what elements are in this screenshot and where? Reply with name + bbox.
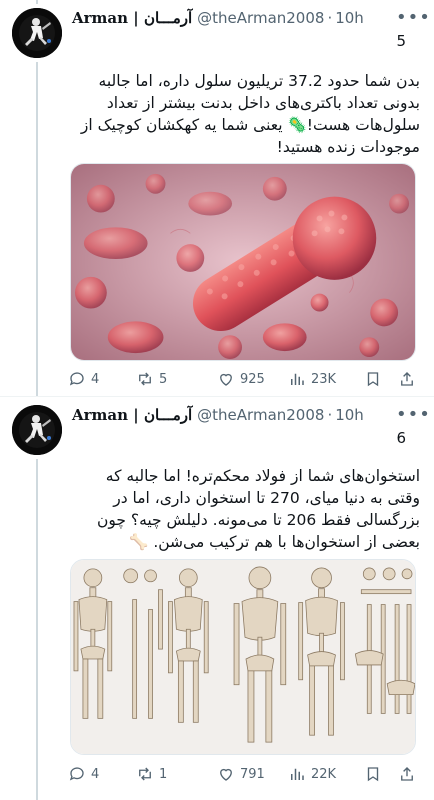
reply-icon	[69, 767, 84, 781]
tweet-actions: 4 5 925 23K	[68, 368, 422, 390]
reply-button[interactable]: 4	[68, 765, 99, 783]
bookmark-icon	[367, 767, 379, 782]
tweet[interactable]: Arman | آرمـــان @theArman2008 · 10h •••…	[0, 0, 434, 396]
reply-button[interactable]: 4	[68, 370, 99, 388]
display-name[interactable]: Arman | آرمـــان	[72, 406, 192, 424]
timestamp[interactable]: 10h	[335, 406, 364, 424]
thread-number: 6	[396, 429, 406, 447]
reply-count: 4	[91, 371, 100, 387]
like-count: 925	[240, 371, 265, 387]
thread-line-top	[36, 0, 38, 4]
separator-dot: ·	[327, 9, 333, 27]
handle[interactable]: @theArman2008	[197, 406, 324, 424]
bookmark-button[interactable]	[364, 370, 382, 388]
share-button[interactable]	[398, 370, 416, 388]
more-icon[interactable]: •••	[396, 406, 430, 427]
skeleton-image	[71, 560, 415, 754]
reply-icon	[69, 372, 84, 386]
avatar[interactable]	[12, 405, 62, 455]
thread-line	[36, 62, 38, 396]
handle[interactable]: @theArman2008	[197, 9, 324, 27]
more-icon[interactable]: •••	[396, 9, 430, 30]
share-icon	[401, 767, 413, 781]
tweet-header: Arman | آرمـــان @theArman2008 · 10h	[72, 405, 422, 425]
share-icon	[401, 372, 413, 386]
views-button[interactable]: 23K	[288, 370, 336, 388]
views-icon	[291, 768, 304, 780]
tweet-media[interactable]	[70, 163, 416, 361]
like-icon	[220, 768, 232, 781]
thread-number: 5	[396, 32, 406, 50]
timestamp[interactable]: 10h	[335, 9, 364, 27]
avatar-image	[12, 405, 62, 455]
reply-count: 4	[91, 766, 100, 782]
view-count: 23K	[311, 371, 337, 387]
retweet-icon	[139, 767, 151, 781]
view-count: 22K	[311, 766, 337, 782]
like-button[interactable]: 925	[217, 370, 265, 388]
retweet-button[interactable]: 5	[136, 370, 167, 388]
views-icon	[291, 373, 304, 385]
tweet-text: بدن شما حدود 37.2 تریلیون سلول داره، اما…	[80, 72, 420, 156]
like-icon	[220, 373, 232, 386]
views-button[interactable]: 22K	[288, 765, 336, 783]
share-button[interactable]	[398, 765, 416, 783]
bookmark-icon	[367, 372, 379, 387]
tweet-text: استخوان‌های شما از فولاد محکم‌تره! اما ج…	[96, 467, 420, 551]
retweet-button[interactable]: 1	[136, 765, 167, 783]
like-button[interactable]: 791	[217, 765, 265, 783]
retweet-count: 5	[159, 371, 168, 387]
retweet-count: 1	[159, 766, 168, 782]
separator-dot: ·	[327, 406, 333, 424]
display-name[interactable]: Arman | آرمـــان	[72, 9, 192, 27]
bacteria-image	[71, 164, 415, 360]
like-count: 791	[240, 766, 265, 782]
thread-line	[36, 459, 38, 800]
bookmark-button[interactable]	[364, 765, 382, 783]
tweet-media[interactable]	[70, 559, 416, 755]
tweet-actions: 4 1 791 22K	[68, 763, 422, 785]
retweet-icon	[139, 372, 151, 386]
tweet[interactable]: Arman | آرمـــان @theArman2008 · 10h •••…	[0, 396, 434, 800]
avatar[interactable]	[12, 8, 62, 58]
avatar-image	[12, 8, 62, 58]
tweet-header: Arman | آرمـــان @theArman2008 · 10h	[72, 8, 422, 28]
